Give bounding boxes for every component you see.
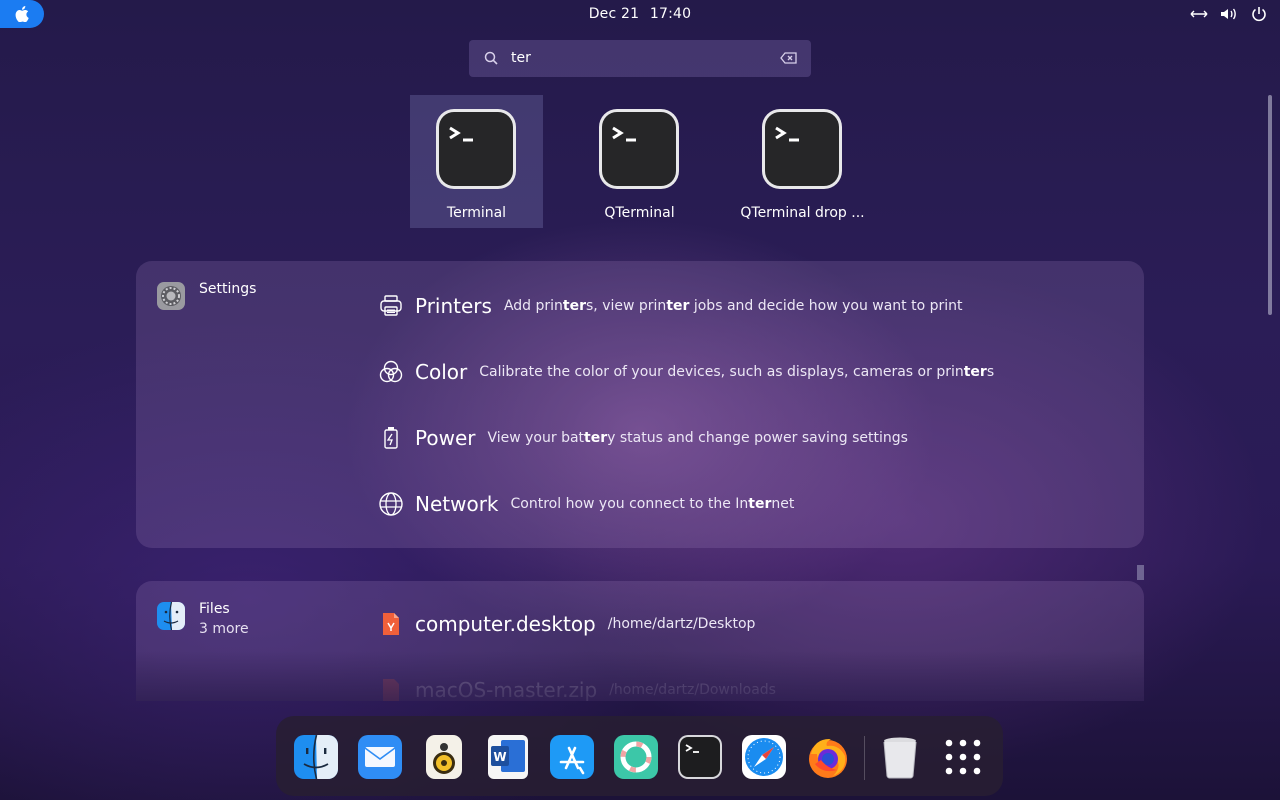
network-icon[interactable] <box>1190 5 1208 23</box>
backspace-clear-icon[interactable] <box>780 52 797 64</box>
terminal-icon[interactable] <box>677 734 723 780</box>
app-store-icon[interactable] <box>549 734 595 780</box>
safari-compass-icon[interactable] <box>741 734 787 780</box>
finder-icon[interactable] <box>156 601 186 631</box>
provider-more-count[interactable]: 3 more <box>199 621 249 637</box>
result-title: Color <box>415 360 468 384</box>
search-bar[interactable] <box>469 40 811 77</box>
power-battery-icon <box>378 425 404 451</box>
dock-separator <box>864 736 865 780</box>
speaker-icon[interactable] <box>421 734 467 780</box>
volume-icon[interactable] <box>1220 5 1238 23</box>
result-title: macOS-master.zip <box>415 678 598 701</box>
search-icon <box>484 51 498 65</box>
word-icon[interactable]: W <box>485 734 531 780</box>
terminal-icon <box>436 109 516 189</box>
terminal-icon <box>599 109 679 189</box>
settings-results-panel: Settings Printers Add printers, view pri… <box>136 261 1144 548</box>
app-result-qterminal-drop[interactable]: QTerminal drop ... <box>736 95 869 228</box>
network-globe-icon <box>378 491 404 517</box>
top-bar: Dec 21 17:40 <box>0 0 1280 28</box>
settings-result-power[interactable]: Power View your battery status and chang… <box>378 423 908 453</box>
desktop-file-icon <box>378 611 404 637</box>
provider-name: Files <box>199 601 230 617</box>
app-label: QTerminal <box>604 205 675 221</box>
app-result-qterminal[interactable]: QTerminal <box>573 95 706 228</box>
zip-file-icon <box>378 677 404 701</box>
files-results-panel: Files 3 more computer.desktop /home/dart… <box>136 581 1144 701</box>
clock-date: Dec 21 <box>588 6 640 22</box>
result-path: /home/dartz/Desktop <box>607 616 756 632</box>
clock[interactable]: Dec 21 17:40 <box>0 6 1280 22</box>
result-description: View your battery status and change powe… <box>487 430 908 446</box>
app-result-terminal[interactable]: Terminal <box>410 95 543 228</box>
result-title: Network <box>415 492 499 516</box>
result-description: Add printers, view printer jobs and deci… <box>503 298 963 314</box>
settings-result-printers[interactable]: Printers Add printers, view printer jobs… <box>378 291 963 321</box>
settings-gear-icon[interactable] <box>156 281 186 311</box>
file-result[interactable]: computer.desktop /home/dartz/Desktop <box>378 611 755 637</box>
power-icon[interactable] <box>1250 5 1268 23</box>
clock-time: 17:40 <box>649 6 692 22</box>
scrollbar[interactable] <box>1268 95 1272 315</box>
app-grid-icon[interactable] <box>940 734 986 780</box>
app-label: Terminal <box>446 205 507 221</box>
result-path: /home/dartz/Downloads <box>609 682 776 698</box>
trash-icon[interactable] <box>877 734 923 780</box>
result-title: computer.desktop <box>415 612 596 636</box>
settings-result-network[interactable]: Network Control how you connect to the I… <box>378 489 794 519</box>
scroll-indicator <box>1137 565 1144 580</box>
result-title: Power <box>415 426 476 450</box>
lifebuoy-icon[interactable] <box>613 734 659 780</box>
result-title: Printers <box>415 294 492 318</box>
search-input[interactable] <box>511 48 761 68</box>
provider-name: Settings <box>199 281 257 297</box>
app-label: QTerminal drop ... <box>740 205 865 221</box>
firefox-icon[interactable] <box>805 734 851 780</box>
color-circles-icon <box>378 359 404 385</box>
printer-icon <box>378 293 404 319</box>
terminal-icon <box>762 109 842 189</box>
dock: W <box>276 716 1003 796</box>
svg-text:W: W <box>493 750 506 764</box>
finder-icon[interactable] <box>293 734 339 780</box>
mail-icon[interactable] <box>357 734 403 780</box>
result-description: Calibrate the color of your devices, suc… <box>479 364 995 380</box>
file-result[interactable]: macOS-master.zip /home/dartz/Downloads <box>378 677 776 701</box>
system-tray[interactable] <box>1190 5 1268 23</box>
settings-result-color[interactable]: Color Calibrate the color of your device… <box>378 357 994 387</box>
result-description: Control how you connect to the Internet <box>510 496 795 512</box>
